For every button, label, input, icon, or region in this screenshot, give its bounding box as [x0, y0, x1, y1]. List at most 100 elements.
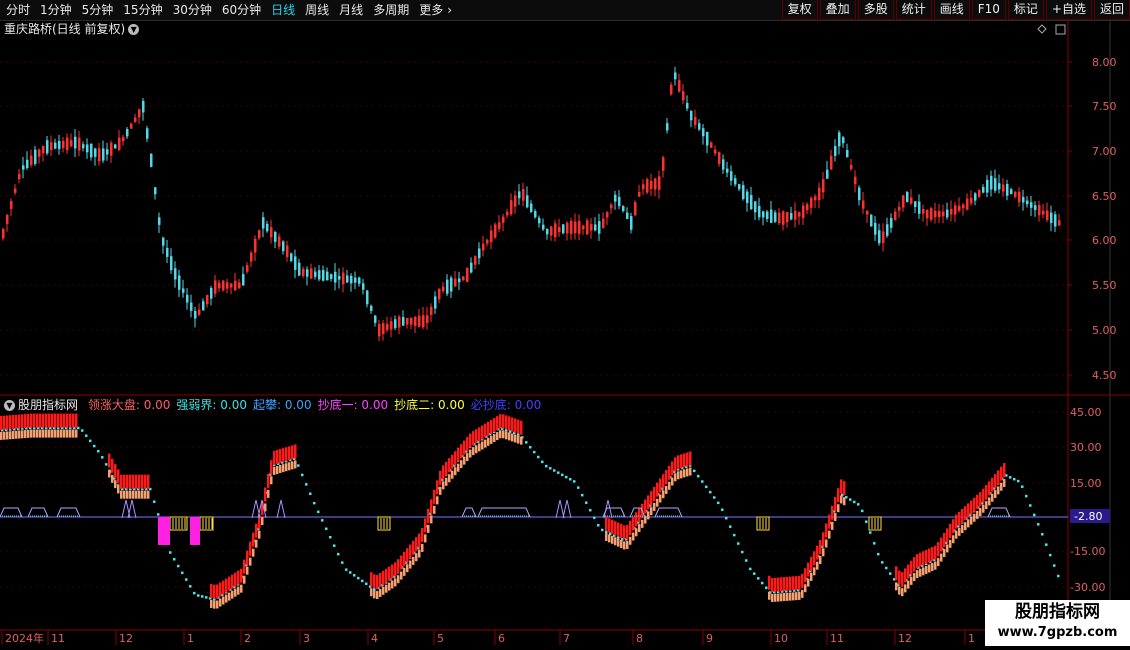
candle-body — [258, 230, 261, 239]
candle-body — [894, 211, 897, 221]
momentum-bar-secondary — [481, 441, 484, 450]
momentum-bar — [804, 568, 807, 583]
candle-body — [710, 142, 713, 148]
momentum-bar-secondary — [837, 504, 840, 513]
momentum-bar — [60, 413, 63, 428]
momentum-bar — [388, 566, 391, 581]
momentum-bar-secondary — [228, 592, 231, 601]
candle-body — [610, 204, 613, 209]
time-axis-label: 1 — [187, 632, 194, 645]
candle-body — [1010, 189, 1013, 195]
oscillator-dot — [1037, 523, 1040, 526]
oscillator-dot — [373, 588, 376, 591]
indicator-tick-label: -30.00 — [1070, 581, 1105, 594]
momentum-bar-secondary — [668, 481, 671, 490]
momentum-bar — [210, 583, 213, 598]
momentum-bar-secondary — [508, 432, 511, 441]
momentum-bar — [42, 413, 45, 428]
momentum-bar — [421, 527, 424, 542]
time-axis-label: 12 — [898, 632, 912, 645]
momentum-bar-secondary — [786, 592, 789, 601]
momentum-bar — [617, 522, 620, 537]
momentum-bar-secondary — [243, 575, 246, 584]
oscillator-dot — [153, 500, 156, 503]
candle-body — [126, 129, 129, 137]
stock-chart-canvas[interactable]: 8.00 7.50 7.00 6.50 6.00 5.50 5.00 4.50 45.00 30.… — [0, 0, 1130, 650]
momentum-bar — [931, 547, 934, 562]
oscillator-dot — [861, 509, 864, 513]
momentum-bar — [662, 474, 665, 489]
oscillator-dot — [297, 464, 300, 467]
oscillator-dot — [549, 467, 552, 470]
momentum-bar-secondary — [12, 431, 15, 440]
candle-body — [522, 189, 525, 201]
momentum-bar — [623, 525, 626, 540]
candle-body — [718, 152, 721, 164]
oscillator-dot — [881, 561, 884, 564]
momentum-bar-secondary — [904, 584, 907, 593]
candle-body — [954, 205, 957, 215]
momentum-bar — [638, 508, 641, 523]
candle-body — [1022, 196, 1025, 203]
candle-body — [826, 169, 829, 179]
momentum-bar — [490, 419, 493, 434]
oscillator-dot — [193, 591, 196, 595]
momentum-bar-secondary — [258, 530, 261, 539]
oscillator-dot — [693, 469, 696, 473]
momentum-bar-secondary — [123, 490, 126, 499]
momentum-bar-secondary — [689, 467, 692, 476]
momentum-bar-secondary — [126, 490, 129, 499]
time-axis-label: 11 — [51, 632, 65, 645]
momentum-bar — [677, 455, 680, 470]
momentum-bar — [985, 485, 988, 500]
momentum-bar-secondary — [819, 556, 822, 565]
oscillator-dot — [857, 503, 860, 506]
candle-body — [450, 277, 453, 292]
candle-body — [306, 269, 309, 277]
momentum-bar-secondary — [30, 429, 33, 438]
candle-body — [818, 187, 821, 201]
candle-body — [878, 230, 881, 244]
candle-body — [1006, 183, 1009, 196]
candle-body — [514, 195, 517, 207]
oscillator-dot — [201, 595, 204, 598]
momentum-bar — [961, 509, 964, 524]
oscillator-dot — [889, 572, 892, 575]
momentum-bar-secondary — [520, 436, 523, 445]
momentum-bar — [246, 550, 249, 565]
current-value-label: -2.80 — [1074, 510, 1102, 523]
oscillator-dot — [81, 429, 84, 432]
candle-body — [746, 191, 749, 203]
momentum-bar-secondary — [276, 465, 279, 474]
indicator-tick-label: 15.00 — [1070, 477, 1102, 490]
momentum-bar-secondary — [822, 548, 825, 557]
momentum-bar-secondary — [913, 573, 916, 582]
momentum-bar — [783, 577, 786, 592]
momentum-bar — [768, 575, 771, 590]
candle-body — [646, 179, 649, 193]
momentum-bar — [18, 414, 21, 429]
momentum-bar-secondary — [288, 462, 291, 471]
candle-body — [466, 267, 469, 282]
candle-body — [726, 168, 729, 173]
candle-body — [142, 100, 145, 113]
candle-body — [42, 145, 45, 154]
candle-body — [1002, 184, 1005, 192]
candle-body — [486, 239, 489, 244]
momentum-bar — [620, 524, 623, 539]
candle-body — [494, 224, 497, 238]
momentum-bar-secondary — [213, 600, 216, 609]
candle-body — [214, 280, 217, 294]
candle-body — [886, 224, 889, 236]
momentum-bar — [27, 413, 30, 428]
candle-body — [62, 140, 65, 148]
momentum-bar — [376, 575, 379, 590]
momentum-bar-secondary — [792, 592, 795, 601]
momentum-bar-secondary — [798, 591, 801, 600]
momentum-bar — [922, 551, 925, 566]
candle-body — [754, 201, 757, 213]
candle-body — [1046, 210, 1049, 220]
momentum-bar-secondary — [373, 590, 376, 599]
momentum-bar-secondary — [611, 535, 614, 544]
momentum-bar — [958, 511, 961, 526]
